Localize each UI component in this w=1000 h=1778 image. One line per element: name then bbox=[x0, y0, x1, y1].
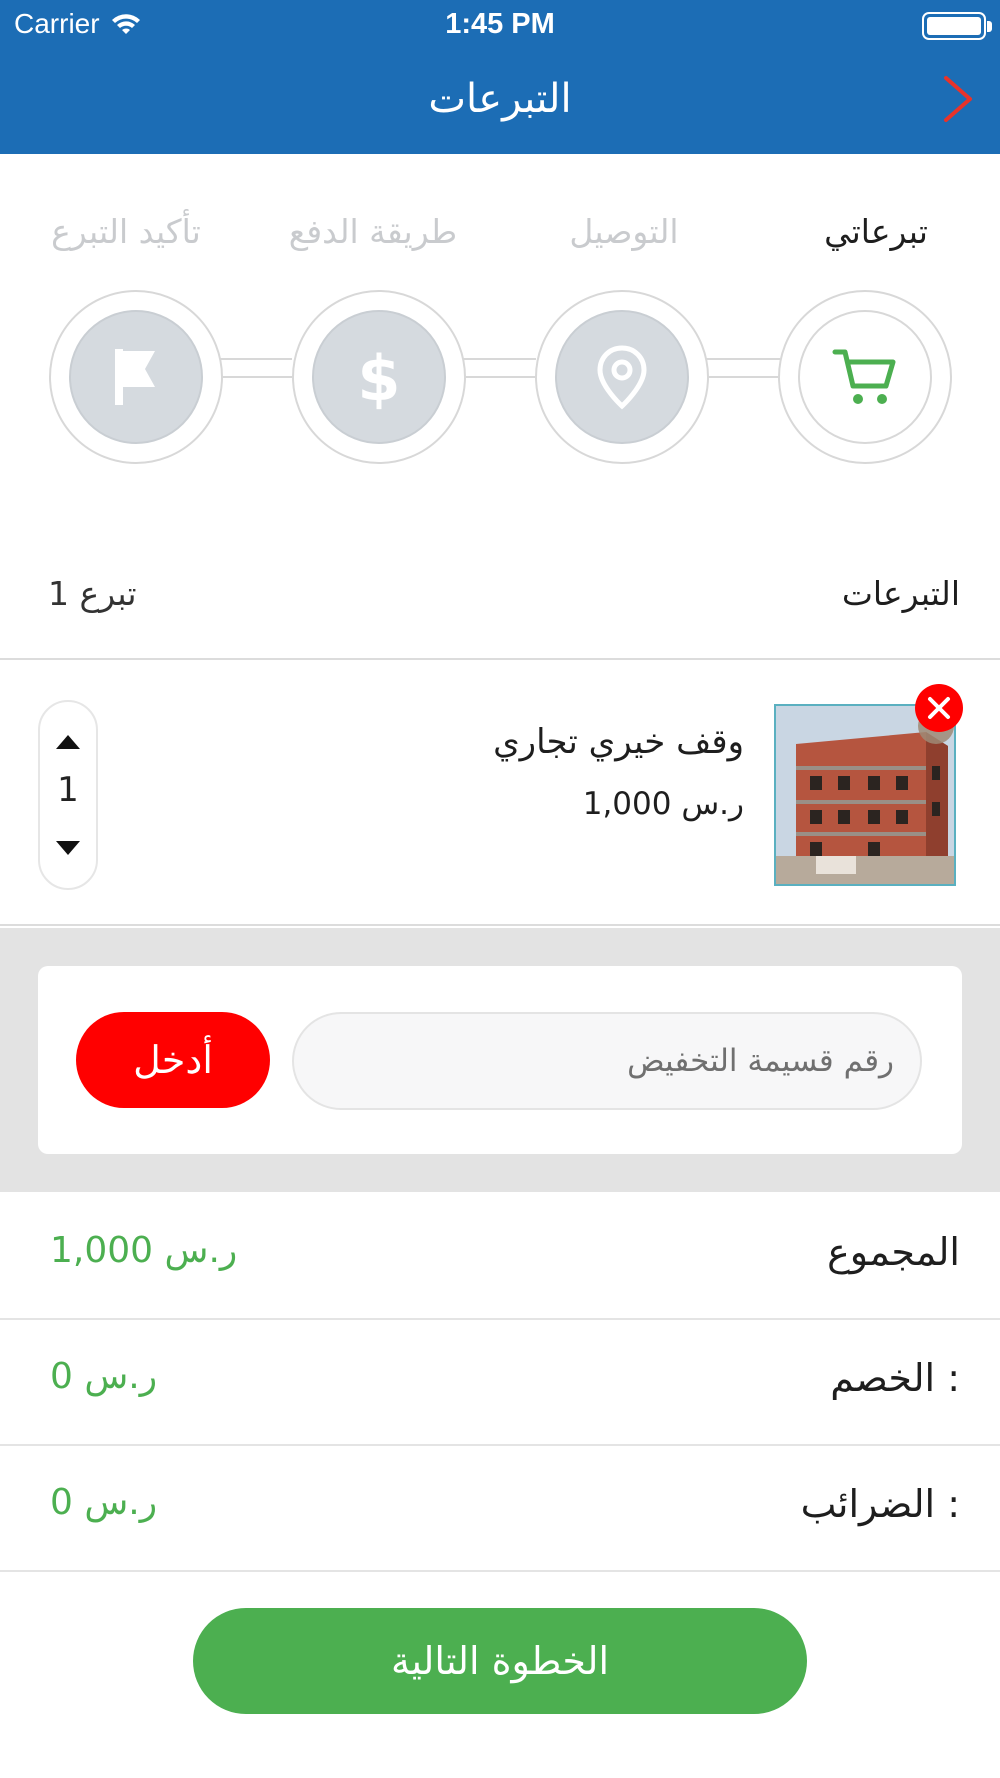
coupon-card: أدخل bbox=[38, 966, 962, 1154]
step-label-delivery: التوصيل bbox=[569, 212, 679, 251]
close-icon bbox=[928, 697, 950, 719]
step-confirm[interactable] bbox=[49, 290, 223, 464]
battery-icon bbox=[922, 12, 986, 40]
step-label-payment: طريقة الدفع bbox=[288, 212, 458, 251]
taxes-row: الضرائب : 0 ر.س bbox=[0, 1446, 1000, 1572]
discount-value: 0 ر.س bbox=[50, 1356, 158, 1397]
cart-icon bbox=[832, 349, 896, 404]
svg-text:$: $ bbox=[357, 342, 400, 412]
step-label-confirm: تأكيد التبرع bbox=[51, 212, 201, 251]
step-delivery[interactable] bbox=[535, 290, 709, 464]
donations-header: التبرعات 1 تبرع bbox=[0, 560, 1000, 660]
step-payment[interactable]: $ bbox=[292, 290, 466, 464]
discount-label: الخصم : bbox=[830, 1356, 960, 1400]
step-my-donations[interactable] bbox=[778, 290, 952, 464]
item-name: وقف خيري تجاري bbox=[493, 722, 744, 762]
quantity-increase-button[interactable] bbox=[40, 722, 96, 762]
building-photo bbox=[776, 706, 954, 884]
step-connector bbox=[214, 358, 292, 378]
dollar-icon: $ bbox=[357, 342, 400, 412]
discount-row: الخصم : 0 ر.س bbox=[0, 1320, 1000, 1446]
subtotal-row: المجموع 1,000 ر.س bbox=[0, 1194, 1000, 1320]
subtotal-label: المجموع bbox=[827, 1230, 960, 1274]
flag-icon bbox=[115, 349, 155, 405]
triangle-up-icon bbox=[56, 735, 80, 749]
cart-item: وقف خيري تجاري 1,000 ر.س 1 bbox=[0, 662, 1000, 926]
back-chevron-icon[interactable] bbox=[938, 74, 978, 124]
taxes-value: 0 ر.س bbox=[50, 1482, 158, 1523]
screen: Carrier 1:45 PM التبرعات تبرعاتي التوصيل… bbox=[0, 0, 1000, 1778]
next-step-button[interactable]: الخطوة التالية bbox=[193, 1608, 807, 1714]
taxes-label: الضرائب : bbox=[800, 1482, 960, 1526]
coupon-code-input[interactable] bbox=[292, 1012, 922, 1110]
top-bar: Carrier 1:45 PM التبرعات bbox=[0, 0, 1000, 154]
donations-title: التبرعات bbox=[841, 574, 960, 613]
item-price: 1,000 ر.س bbox=[582, 786, 744, 822]
triangle-down-icon bbox=[56, 841, 80, 855]
coupon-section: أدخل bbox=[0, 928, 1000, 1192]
item-image bbox=[774, 704, 956, 886]
apply-coupon-button[interactable]: أدخل bbox=[76, 1012, 270, 1108]
quantity-value: 1 bbox=[57, 770, 79, 810]
status-time: 1:45 PM bbox=[445, 8, 555, 40]
subtotal-value: 1,000 ر.س bbox=[50, 1230, 238, 1271]
quantity-stepper: 1 bbox=[38, 700, 98, 890]
donations-count: 1 تبرع bbox=[48, 574, 137, 613]
page-title: التبرعات bbox=[428, 76, 572, 122]
step-connector bbox=[456, 358, 536, 378]
remove-item-button[interactable] bbox=[915, 684, 963, 732]
quantity-decrease-button[interactable] bbox=[40, 828, 96, 868]
location-pin-icon bbox=[597, 345, 647, 410]
step-label-my-donations: تبرعاتي bbox=[824, 212, 928, 251]
step-connector bbox=[700, 358, 780, 378]
